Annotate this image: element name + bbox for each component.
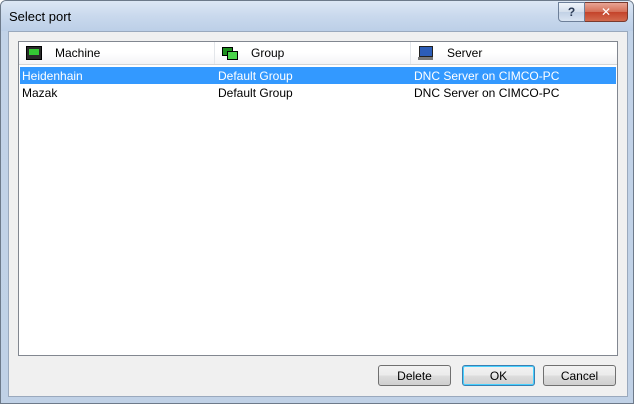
server-icon xyxy=(418,46,434,60)
machine-cell: Heidenhain xyxy=(22,68,83,83)
ok-button[interactable]: OK xyxy=(462,365,535,386)
column-header-machine[interactable]: Machine xyxy=(19,42,215,64)
column-label: Machine xyxy=(55,46,101,60)
port-list[interactable]: Machine Group Server Heidenhain Default … xyxy=(18,41,618,356)
server-cell: DNC Server on CIMCO-PC xyxy=(414,85,560,100)
machine-icon xyxy=(26,46,42,60)
caption-buttons: ? ✕ xyxy=(558,2,628,22)
window-title: Select port xyxy=(9,9,72,24)
cancel-button[interactable]: Cancel xyxy=(543,365,616,386)
group-icon xyxy=(222,46,238,60)
help-button[interactable]: ? xyxy=(558,2,585,22)
select-port-dialog: Select port ? ✕ Machine Group Server Hei… xyxy=(0,0,634,404)
column-header-group[interactable]: Group xyxy=(215,42,411,64)
server-cell: DNC Server on CIMCO-PC xyxy=(414,68,560,83)
group-cell: Default Group xyxy=(218,85,293,100)
delete-button[interactable]: Delete xyxy=(378,365,451,386)
dialog-client-area: Machine Group Server Heidenhain Default … xyxy=(8,31,628,397)
machine-cell: Mazak xyxy=(22,85,58,100)
column-label: Server xyxy=(447,46,483,60)
close-button[interactable]: ✕ xyxy=(585,2,628,22)
column-header-server[interactable]: Server xyxy=(411,42,617,64)
list-header: Machine Group Server xyxy=(19,42,617,65)
list-row[interactable]: Mazak Default Group DNC Server on CIMCO-… xyxy=(20,84,616,101)
list-row[interactable]: Heidenhain Default Group DNC Server on C… xyxy=(20,67,616,84)
group-cell: Default Group xyxy=(218,68,293,83)
column-label: Group xyxy=(251,46,285,60)
title-bar[interactable]: Select port ? ✕ xyxy=(1,1,633,31)
